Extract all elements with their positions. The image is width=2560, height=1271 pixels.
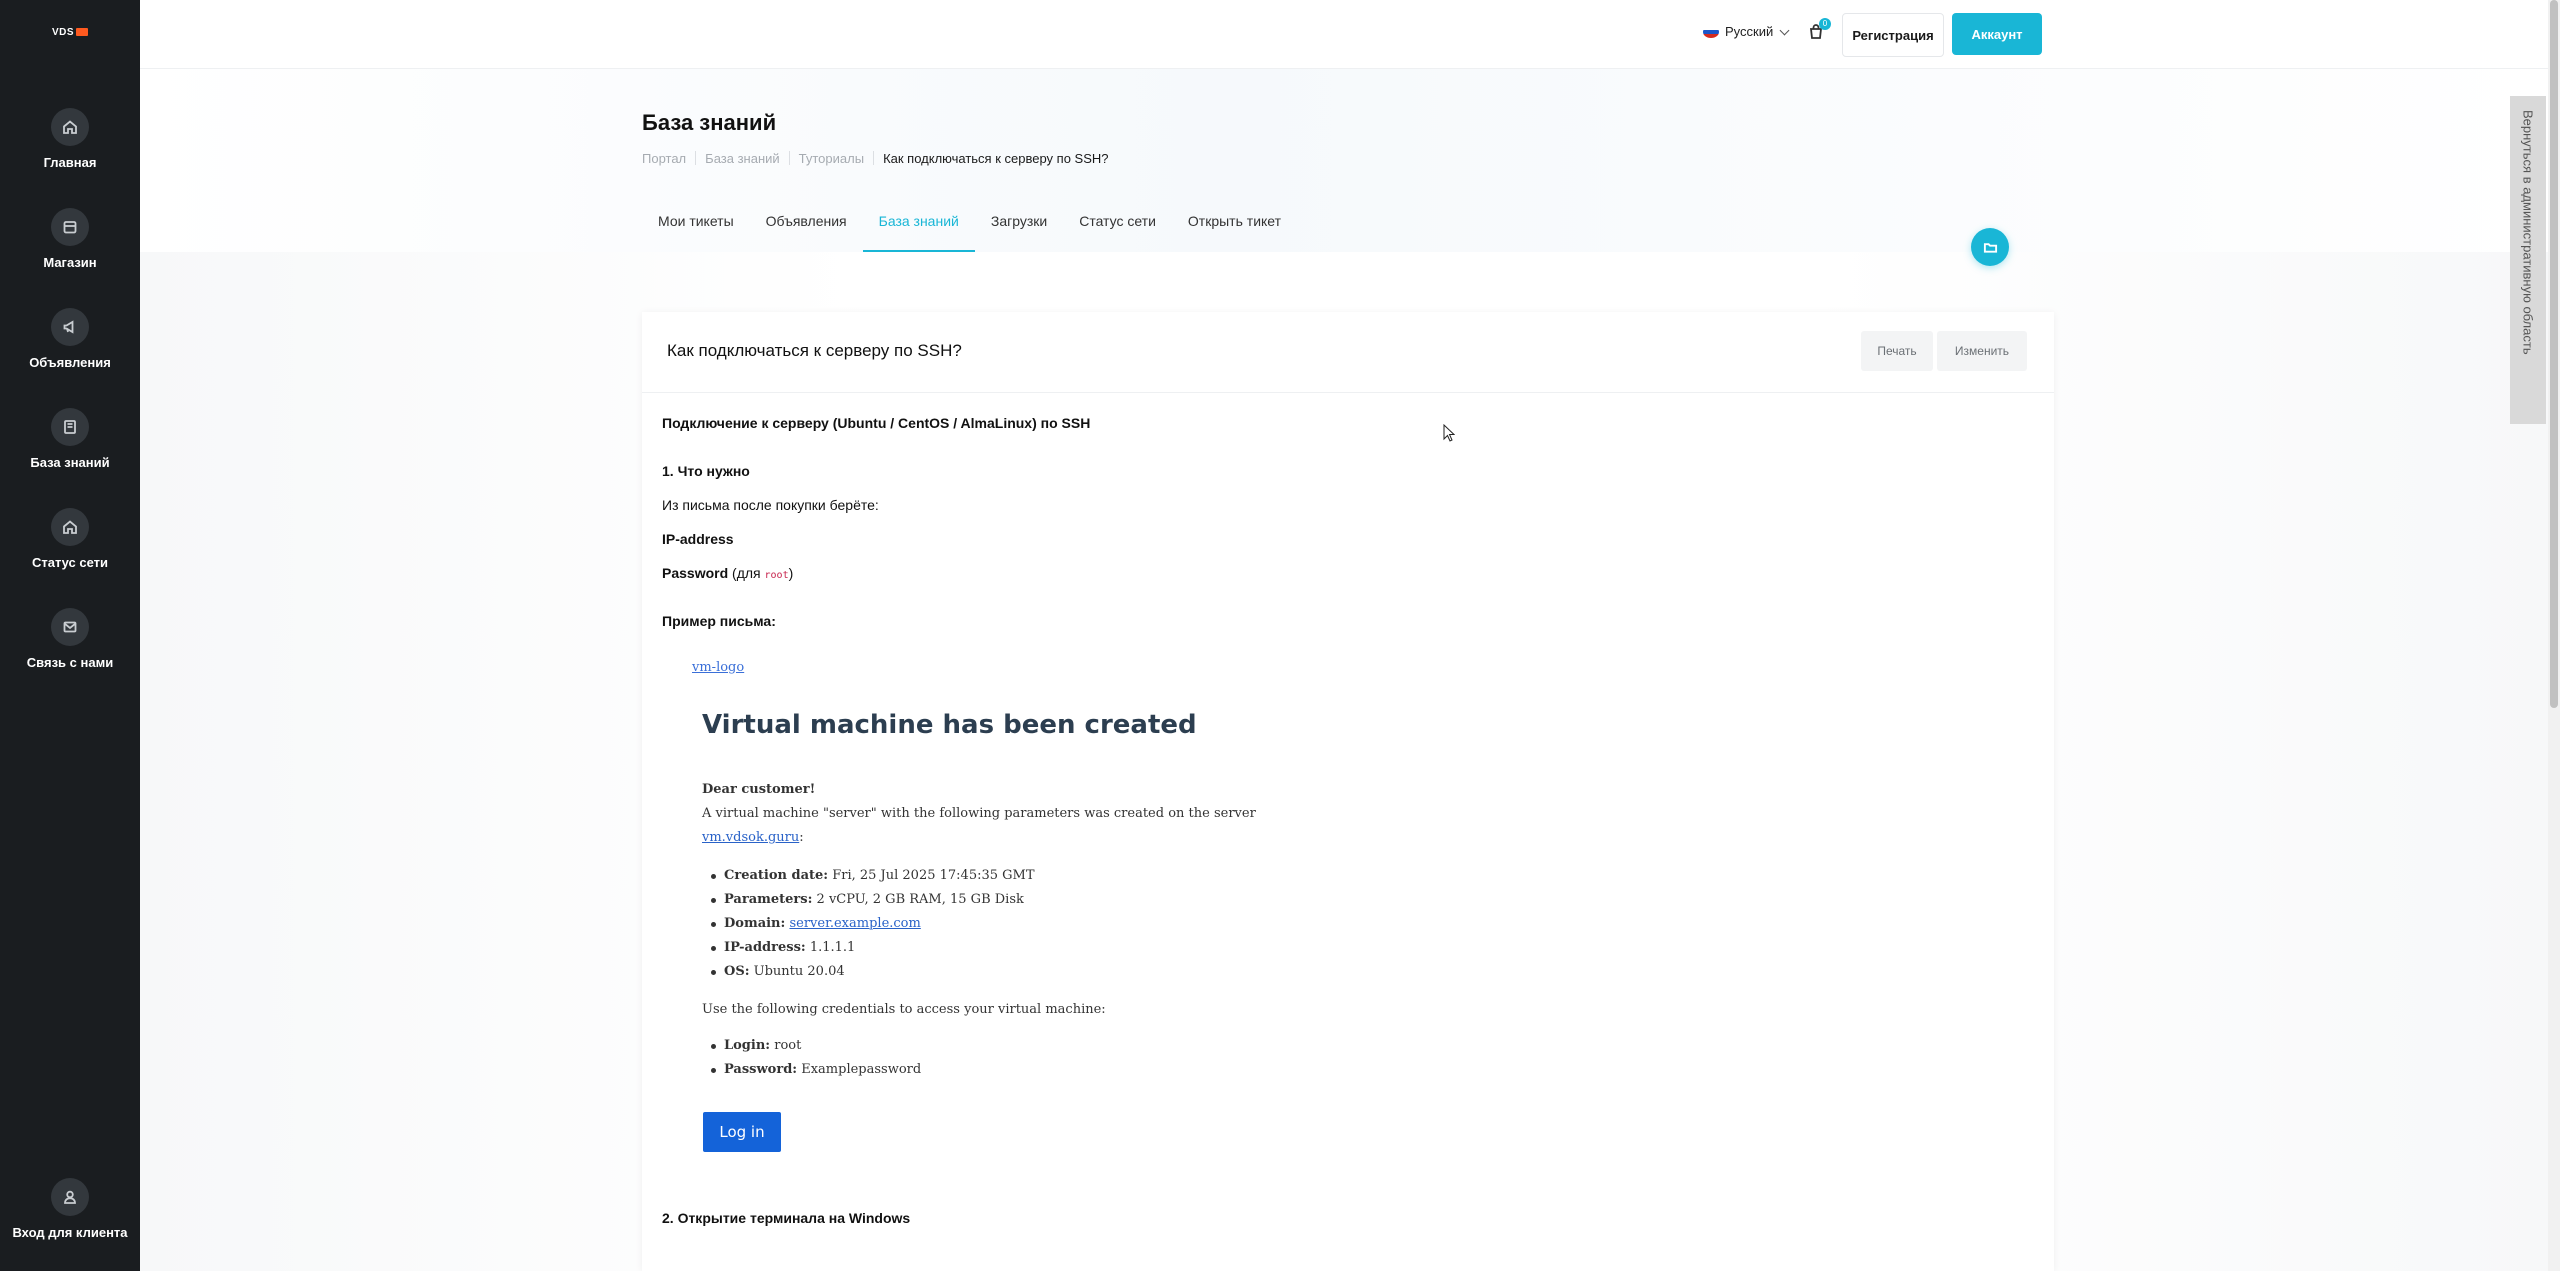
brand-logo[interactable]: VDS — [0, 22, 140, 43]
breadcrumb: Портал База знаний Туториалы Как подключ… — [642, 151, 1109, 166]
root-code: root — [764, 570, 789, 581]
sidebar-item-contact[interactable]: Связь с нами — [0, 608, 140, 670]
section-tabs: Мои тикеты Объявления База знаний Загруз… — [642, 196, 1297, 252]
account-button[interactable]: Аккаунт — [1952, 13, 2042, 55]
sidebar-item-label: Вход для клиента — [12, 1225, 128, 1240]
home-icon — [51, 108, 89, 146]
topbar: Русский 0 Регистрация Аккаунт — [140, 0, 2548, 69]
sidebar: VDS Главная Магазин Объявления База знан… — [0, 0, 140, 1271]
sidebar-item-network-status[interactable]: Статус сети — [0, 508, 140, 570]
section-heading-windows-terminal: 2. Открытие терминала на Windows — [662, 1210, 911, 1226]
cart-button[interactable]: 0 — [1808, 18, 1831, 42]
article-heading: Подключение к серверу (Ubuntu / CentOS /… — [662, 415, 1091, 431]
breadcrumb-item-portal[interactable]: Портал — [642, 151, 686, 166]
email-greeting: Dear customer! — [702, 782, 816, 797]
breadcrumb-item-knowledgebase[interactable]: База знаний — [705, 151, 780, 166]
megaphone-icon — [51, 308, 89, 346]
password-label: Password — [662, 565, 729, 581]
brand-logo-text: VDS — [51, 27, 75, 38]
email-param: Domain: server.example.com — [711, 916, 921, 931]
tab-knowledgebase[interactable]: База знаний — [862, 196, 976, 252]
ip-address-label: IP-address — [662, 531, 734, 547]
tab-downloads[interactable]: Загрузки — [975, 196, 1063, 252]
folder-icon — [1983, 242, 1997, 253]
sidebar-item-announcements[interactable]: Объявления — [0, 308, 140, 370]
mail-icon — [51, 608, 89, 646]
article-title: Как подключаться к серверу по SSH? — [667, 341, 962, 360]
return-to-admin-tab[interactable]: Вернуться в административную область — [2510, 96, 2546, 424]
article-header: Как подключаться к серверу по SSH? Печат… — [642, 312, 2054, 393]
home-icon — [51, 508, 89, 546]
section-heading-requirements: 1. Что нужно — [662, 463, 750, 479]
tab-open-ticket[interactable]: Открыть тикет — [1172, 196, 1297, 252]
email-title: Virtual machine has been created — [702, 710, 1197, 740]
example-email-label: Пример письма: — [662, 613, 776, 629]
sidebar-item-client-login[interactable]: Вход для клиента — [0, 1178, 140, 1240]
cart-count-badge: 0 — [1819, 18, 1831, 30]
article-paragraph: Из письма после покупки берёте: — [662, 497, 879, 513]
page-header — [140, 69, 2548, 252]
return-to-admin-label: Вернуться в административную область — [2520, 110, 2536, 355]
mouse-cursor-icon — [1443, 424, 1455, 442]
article-card: Как подключаться к серверу по SSH? Печат… — [642, 312, 2054, 1271]
sidebar-item-knowledgebase[interactable]: База знаний — [0, 408, 140, 470]
email-intro: A virtual machine "server" with the foll… — [702, 806, 1256, 821]
email-credential: Login: root — [710, 1038, 802, 1053]
sidebar-item-label: Главная — [43, 155, 97, 170]
tab-my-tickets[interactable]: Мои тикеты — [642, 196, 750, 252]
sidebar-item-label: База знаний — [30, 455, 110, 470]
tab-network-status[interactable]: Статус сети — [1063, 196, 1172, 252]
sidebar-item-label: Статус сети — [31, 555, 109, 570]
email-param: Parameters: 2 vCPU, 2 GB RAM, 15 GB Disk — [711, 892, 1024, 907]
sidebar-item-label: Магазин — [43, 255, 97, 270]
book-icon — [51, 408, 89, 446]
breadcrumb-item-current: Как подключаться к серверу по SSH? — [883, 151, 1109, 166]
register-button[interactable]: Регистрация — [1842, 13, 1944, 57]
password-line: Password (для root) — [662, 565, 793, 581]
page-title: База знаний — [642, 110, 777, 135]
email-param: IP-address: 1.1.1.1 — [710, 940, 856, 955]
email-credential: Password: Examplepassword — [710, 1062, 922, 1077]
user-icon — [51, 1178, 89, 1216]
chevron-down-icon — [1779, 25, 1790, 35]
tab-announcements[interactable]: Объявления — [750, 196, 863, 252]
sidebar-item-label: Связь с нами — [26, 655, 114, 670]
email-param: OS: Ubuntu 20.04 — [711, 964, 845, 979]
scrollbar-thumb[interactable] — [2550, 0, 2558, 708]
sidebar-item-home[interactable]: Главная — [0, 108, 140, 170]
password-note-close: ) — [788, 565, 794, 581]
vm-logo-broken-image[interactable]: vm-logo — [692, 660, 744, 675]
server-link[interactable]: vm.vdsok.guru — [702, 830, 799, 845]
edit-button[interactable]: Изменить — [1937, 331, 2027, 371]
language-selector[interactable]: Русский — [1703, 24, 1790, 39]
email-login-button[interactable]: Log in — [703, 1112, 781, 1152]
email-credentials-intro: Use the following credentials to access … — [702, 1002, 1106, 1017]
email-server-line: vm.vdsok.guru: — [702, 830, 804, 845]
russia-flag-icon — [1703, 25, 1719, 38]
sidebar-item-store[interactable]: Магазин — [0, 208, 140, 270]
store-icon — [51, 208, 89, 246]
email-param: Creation date: Fri, 25 Jul 2025 17:45:35… — [711, 868, 1035, 883]
main-area: Русский 0 Регистрация Аккаунт База знани… — [140, 0, 2548, 1271]
password-note: (для — [728, 565, 765, 581]
language-label: Русский — [1725, 24, 1774, 39]
folder-button[interactable] — [1971, 228, 2009, 266]
print-button[interactable]: Печать — [1861, 331, 1933, 371]
domain-link[interactable]: server.example.com — [789, 916, 920, 931]
sidebar-item-label: Объявления — [29, 355, 111, 370]
breadcrumb-item-tutorials[interactable]: Туториалы — [799, 151, 864, 166]
